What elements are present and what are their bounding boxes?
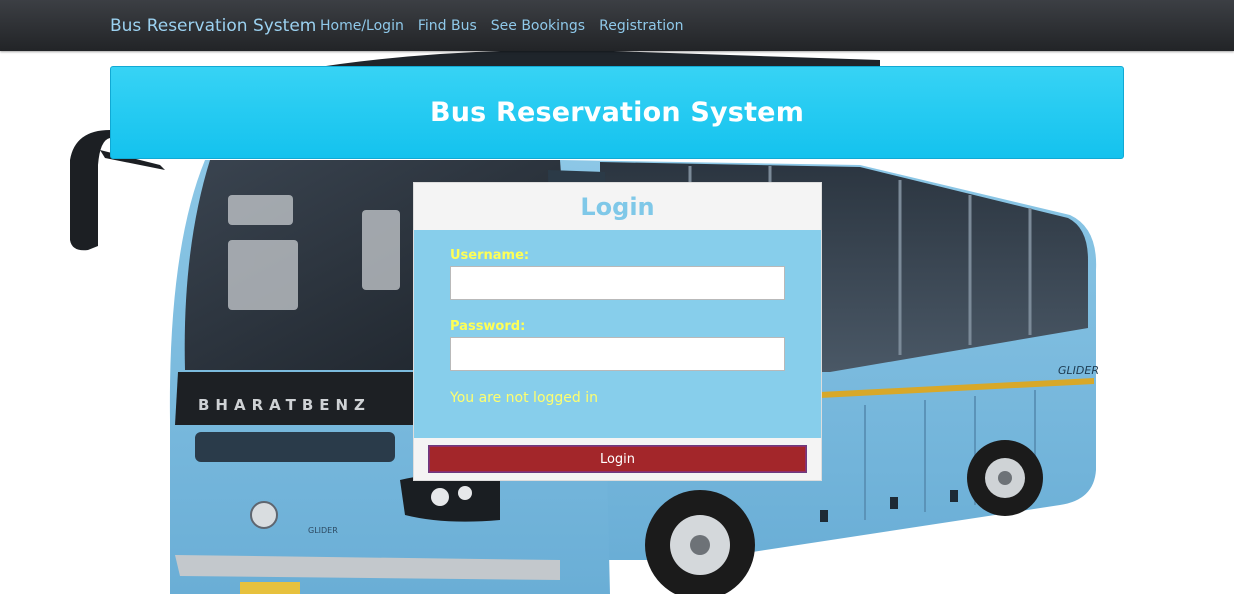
nav-link-find-bus[interactable]: Find Bus [418,18,477,34]
login-title: Login [580,193,655,221]
username-input[interactable] [450,266,785,300]
nav-links: Home/Login Find Bus See Bookings Registr… [320,18,684,34]
username-label: Username: [450,248,530,263]
login-form-panel: Username: Password: You are not logged i… [414,230,821,438]
bus-front-lettering: BHARATBENZ [198,396,371,414]
nav-link-registration[interactable]: Registration [599,18,683,34]
page-title: Bus Reservation System [429,97,805,128]
password-label: Password: [450,319,526,334]
bus-side-badge: GLIDER [1058,364,1099,377]
jumbotron-header: Bus Reservation System [110,66,1124,159]
login-status-text: You are not logged in [450,390,598,406]
bus-grille-badge: GLIDER [308,526,338,535]
nav-link-home-login[interactable]: Home/Login [320,18,404,34]
login-card: Login Username: Password: You are not lo… [413,182,822,481]
nav-link-see-bookings[interactable]: See Bookings [491,18,585,34]
navbar-brand[interactable]: Bus Reservation System [110,16,316,36]
login-button[interactable]: Login [428,445,807,473]
password-input[interactable] [450,337,785,371]
navbar: Bus Reservation System Home/Login Find B… [0,0,1234,51]
